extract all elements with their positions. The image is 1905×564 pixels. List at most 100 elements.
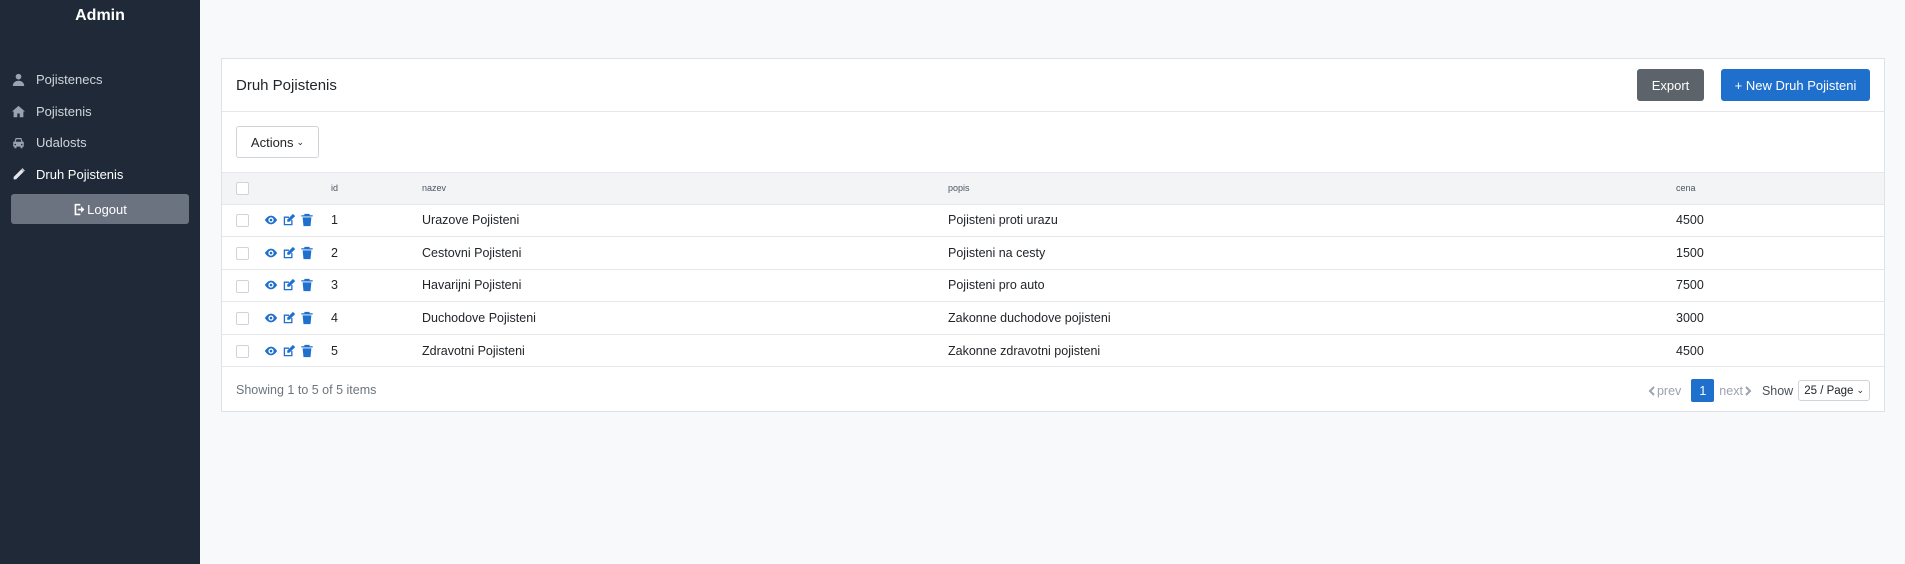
- actions-label: Actions: [250, 134, 294, 150]
- sidebar-item-label: Pojistenis: [36, 103, 92, 119]
- pencil-icon: [11, 167, 25, 181]
- brand-title: Admin: [75, 7, 125, 24]
- prev-label: prev: [1656, 383, 1682, 398]
- cell-cena: 7500: [1676, 278, 1704, 293]
- cell-id: 2: [331, 245, 338, 260]
- cell-nazev: Cestovni Pojisteni: [422, 245, 522, 260]
- show-label: Show: [1761, 383, 1794, 398]
- cell-popis: Zakonne duchodove pojisteni: [948, 311, 1111, 326]
- table-row: 5 Zdravotni Pojisteni Zakonne zdravotni po…: [222, 334, 1884, 367]
- edit-icon[interactable]: [282, 213, 296, 227]
- sidebar-nav: Pojistenecs Pojistenis Udalosts Druh Poj…: [0, 64, 200, 190]
- table-row: 4 Duchodove Pojisteni Zakonne duchodove po…: [222, 301, 1884, 335]
- cell-cena: 4500: [1676, 213, 1704, 228]
- cell-nazev: Urazove Pojisteni: [422, 213, 520, 228]
- trash-icon[interactable]: [300, 344, 314, 358]
- logout-icon: [73, 203, 87, 216]
- sidebar-item-label: Udalosts: [36, 135, 87, 151]
- column-header-cena[interactable]: cena: [1676, 173, 1884, 204]
- sidebar: Admin Pojistenecs Pojistenis Udalosts Dr…: [0, 0, 200, 564]
- page-title: Druh Pojistenis: [236, 76, 337, 94]
- cell-popis: Zakonne zdravotni pojisteni: [948, 343, 1101, 358]
- row-checkbox[interactable]: [236, 214, 249, 228]
- cell-id: 5: [331, 343, 338, 358]
- row-actions: [264, 302, 331, 335]
- pagination: prev 1 next Show 25 / Page ⌄: [1647, 379, 1870, 403]
- car-icon: [11, 136, 25, 150]
- view-icon[interactable]: [264, 344, 278, 358]
- cell-cena: 1500: [1676, 245, 1704, 260]
- next-label: next: [1719, 383, 1743, 398]
- cell-id: 1: [331, 213, 338, 228]
- sidebar-item-pojistenecs[interactable]: Pojistenecs: [0, 64, 200, 96]
- edit-icon[interactable]: [282, 246, 296, 260]
- row-check-cell: [222, 237, 264, 270]
- select-all-checkbox[interactable]: [236, 181, 249, 195]
- showing-text: Showing 1 to 5 of 5 items: [236, 383, 377, 398]
- cell-id: 3: [331, 278, 338, 293]
- row-check-cell: [222, 204, 264, 237]
- logout-label: Logout: [87, 201, 127, 217]
- edit-icon[interactable]: [282, 278, 296, 292]
- table-body: 1 Urazove Pojisteni Pojisteni proti urazu 4…: [222, 204, 1884, 367]
- actions-header: [264, 173, 331, 204]
- row-checkbox[interactable]: [236, 344, 249, 358]
- sidebar-item-udalosts[interactable]: Udalosts: [0, 127, 200, 159]
- column-header-popis[interactable]: popis: [948, 173, 1676, 204]
- sidebar-item-label: Druh Pojistenis: [36, 166, 124, 182]
- edit-icon[interactable]: [282, 344, 296, 358]
- row-checkbox[interactable]: [236, 312, 249, 326]
- row-check-cell: [222, 269, 264, 302]
- new-druh-pojisteni-button[interactable]: + New Druh Pojisteni: [1721, 69, 1870, 101]
- logout-button[interactable]: Logout: [11, 194, 189, 224]
- select-all-cell: [222, 173, 264, 204]
- trash-icon[interactable]: [300, 278, 314, 292]
- cell-cena: 4500: [1676, 343, 1704, 358]
- chevron-left-icon: [1648, 386, 1655, 396]
- row-checkbox[interactable]: [236, 246, 249, 260]
- user-icon: [11, 73, 25, 87]
- sidebar-item-druh-pojistenis[interactable]: Druh Pojistenis: [0, 159, 200, 191]
- row-actions: [264, 334, 331, 367]
- view-icon[interactable]: [264, 278, 278, 292]
- data-table: id nazev popis cena 1 Urazove Pojisteni Po…: [222, 173, 1884, 367]
- column-header-id[interactable]: id: [331, 173, 422, 204]
- per-page-select[interactable]: 25 / Page ⌄: [1798, 380, 1870, 402]
- export-button[interactable]: Export: [1637, 69, 1704, 101]
- table-toolbar: Actions ⌄: [222, 112, 1884, 173]
- table-row: 2 Cestovni Pojisteni Pojisteni na cesty 150…: [222, 236, 1884, 270]
- trash-icon[interactable]: [300, 246, 314, 260]
- view-icon[interactable]: [264, 213, 278, 227]
- cell-popis: Pojisteni pro auto: [948, 278, 1045, 293]
- trash-icon[interactable]: [300, 311, 314, 325]
- per-page-value: 25 / Page: [1804, 384, 1854, 397]
- home-icon: [11, 104, 25, 118]
- row-actions: [264, 237, 331, 270]
- row-checkbox[interactable]: [236, 279, 249, 293]
- trash-icon[interactable]: [300, 213, 314, 227]
- table-header-row: id nazev popis cena: [222, 173, 1884, 204]
- cell-cena: 3000: [1676, 311, 1704, 326]
- table-row: 1 Urazove Pojisteni Pojisteni proti urazu 4…: [222, 204, 1884, 237]
- view-icon[interactable]: [264, 311, 278, 325]
- next-page-button[interactable]: next: [1719, 384, 1753, 398]
- sidebar-item-pojistenis[interactable]: Pojistenis: [0, 96, 200, 128]
- prev-page-button[interactable]: prev: [1647, 384, 1681, 398]
- chevron-down-icon: ⌄: [296, 136, 305, 147]
- sidebar-item-label: Pojistenecs: [36, 72, 103, 88]
- chevron-down-icon: ⌄: [1856, 385, 1864, 396]
- edit-icon[interactable]: [282, 311, 296, 325]
- row-check-cell: [222, 302, 264, 335]
- cell-popis: Pojisteni na cesty: [948, 245, 1046, 260]
- column-header-nazev[interactable]: nazev: [422, 173, 948, 204]
- cell-popis: Pojisteni proti urazu: [948, 213, 1058, 228]
- row-actions: [264, 204, 331, 237]
- view-icon[interactable]: [264, 246, 278, 260]
- row-actions: [264, 269, 331, 302]
- actions-dropdown[interactable]: Actions ⌄: [236, 126, 319, 158]
- cell-nazev: Havarijni Pojisteni: [422, 278, 522, 293]
- cell-nazev: Zdravotni Pojisteni: [422, 343, 525, 358]
- cell-id: 4: [331, 311, 338, 326]
- card-header: Druh Pojistenis Export + New Druh Pojist…: [222, 59, 1884, 112]
- page-number-button[interactable]: 1: [1691, 379, 1715, 403]
